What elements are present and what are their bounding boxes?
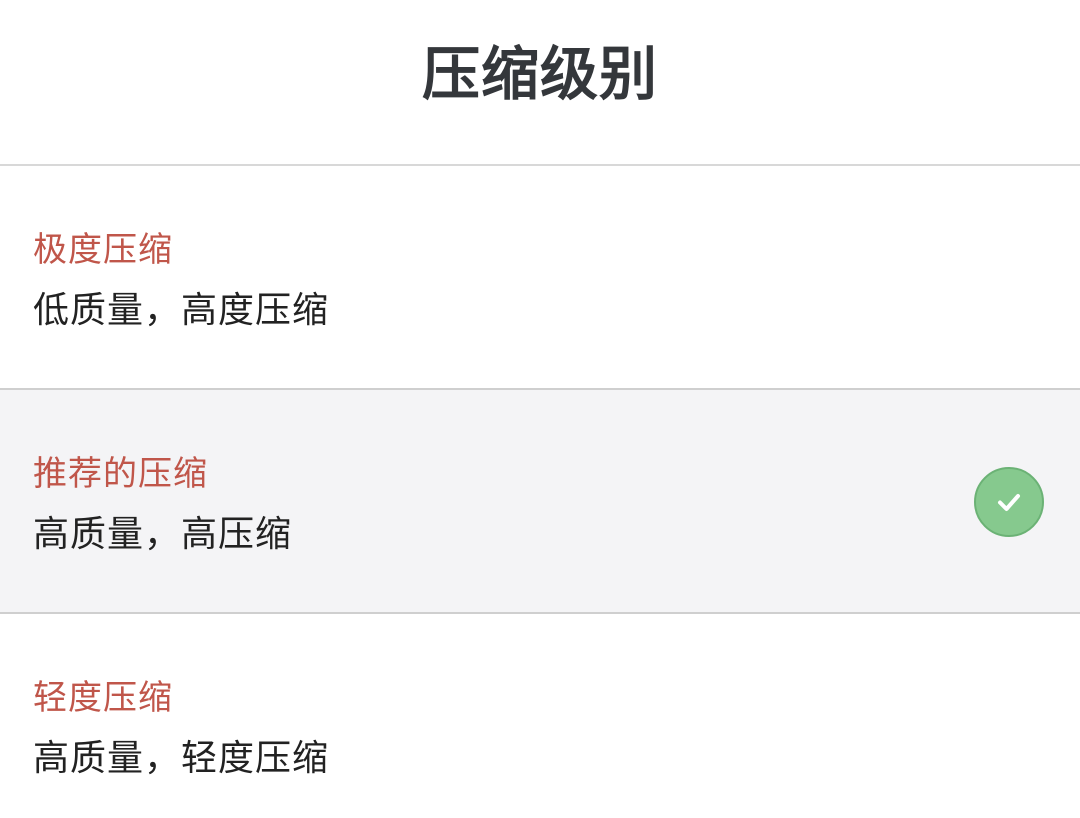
checkmark-icon [998, 494, 1020, 511]
option-description: 低质量，高度压缩 [33, 290, 330, 331]
option-recommended-compression[interactable]: 推荐的压缩 高质量，高压缩 [0, 390, 1080, 614]
sheet-header: 压缩级别 [0, 0, 1080, 166]
option-extreme-compression[interactable]: 极度压缩 低质量，高度压缩 [0, 166, 1080, 390]
check-circle-icon [974, 467, 1044, 537]
option-light-compression[interactable]: 轻度压缩 高质量，轻度压缩 [0, 614, 1080, 818]
option-title: 极度压缩 [33, 230, 173, 270]
option-description: 高质量，高压缩 [33, 514, 293, 555]
option-title: 轻度压缩 [33, 678, 173, 718]
compression-level-sheet: 压缩级别 极度压缩 低质量，高度压缩 推荐的压缩 高质量，高压缩 轻度压缩 高质… [0, 0, 1080, 818]
option-title: 推荐的压缩 [33, 454, 208, 494]
page-title: 压缩级别 [421, 40, 658, 108]
option-description: 高质量，轻度压缩 [33, 738, 330, 779]
